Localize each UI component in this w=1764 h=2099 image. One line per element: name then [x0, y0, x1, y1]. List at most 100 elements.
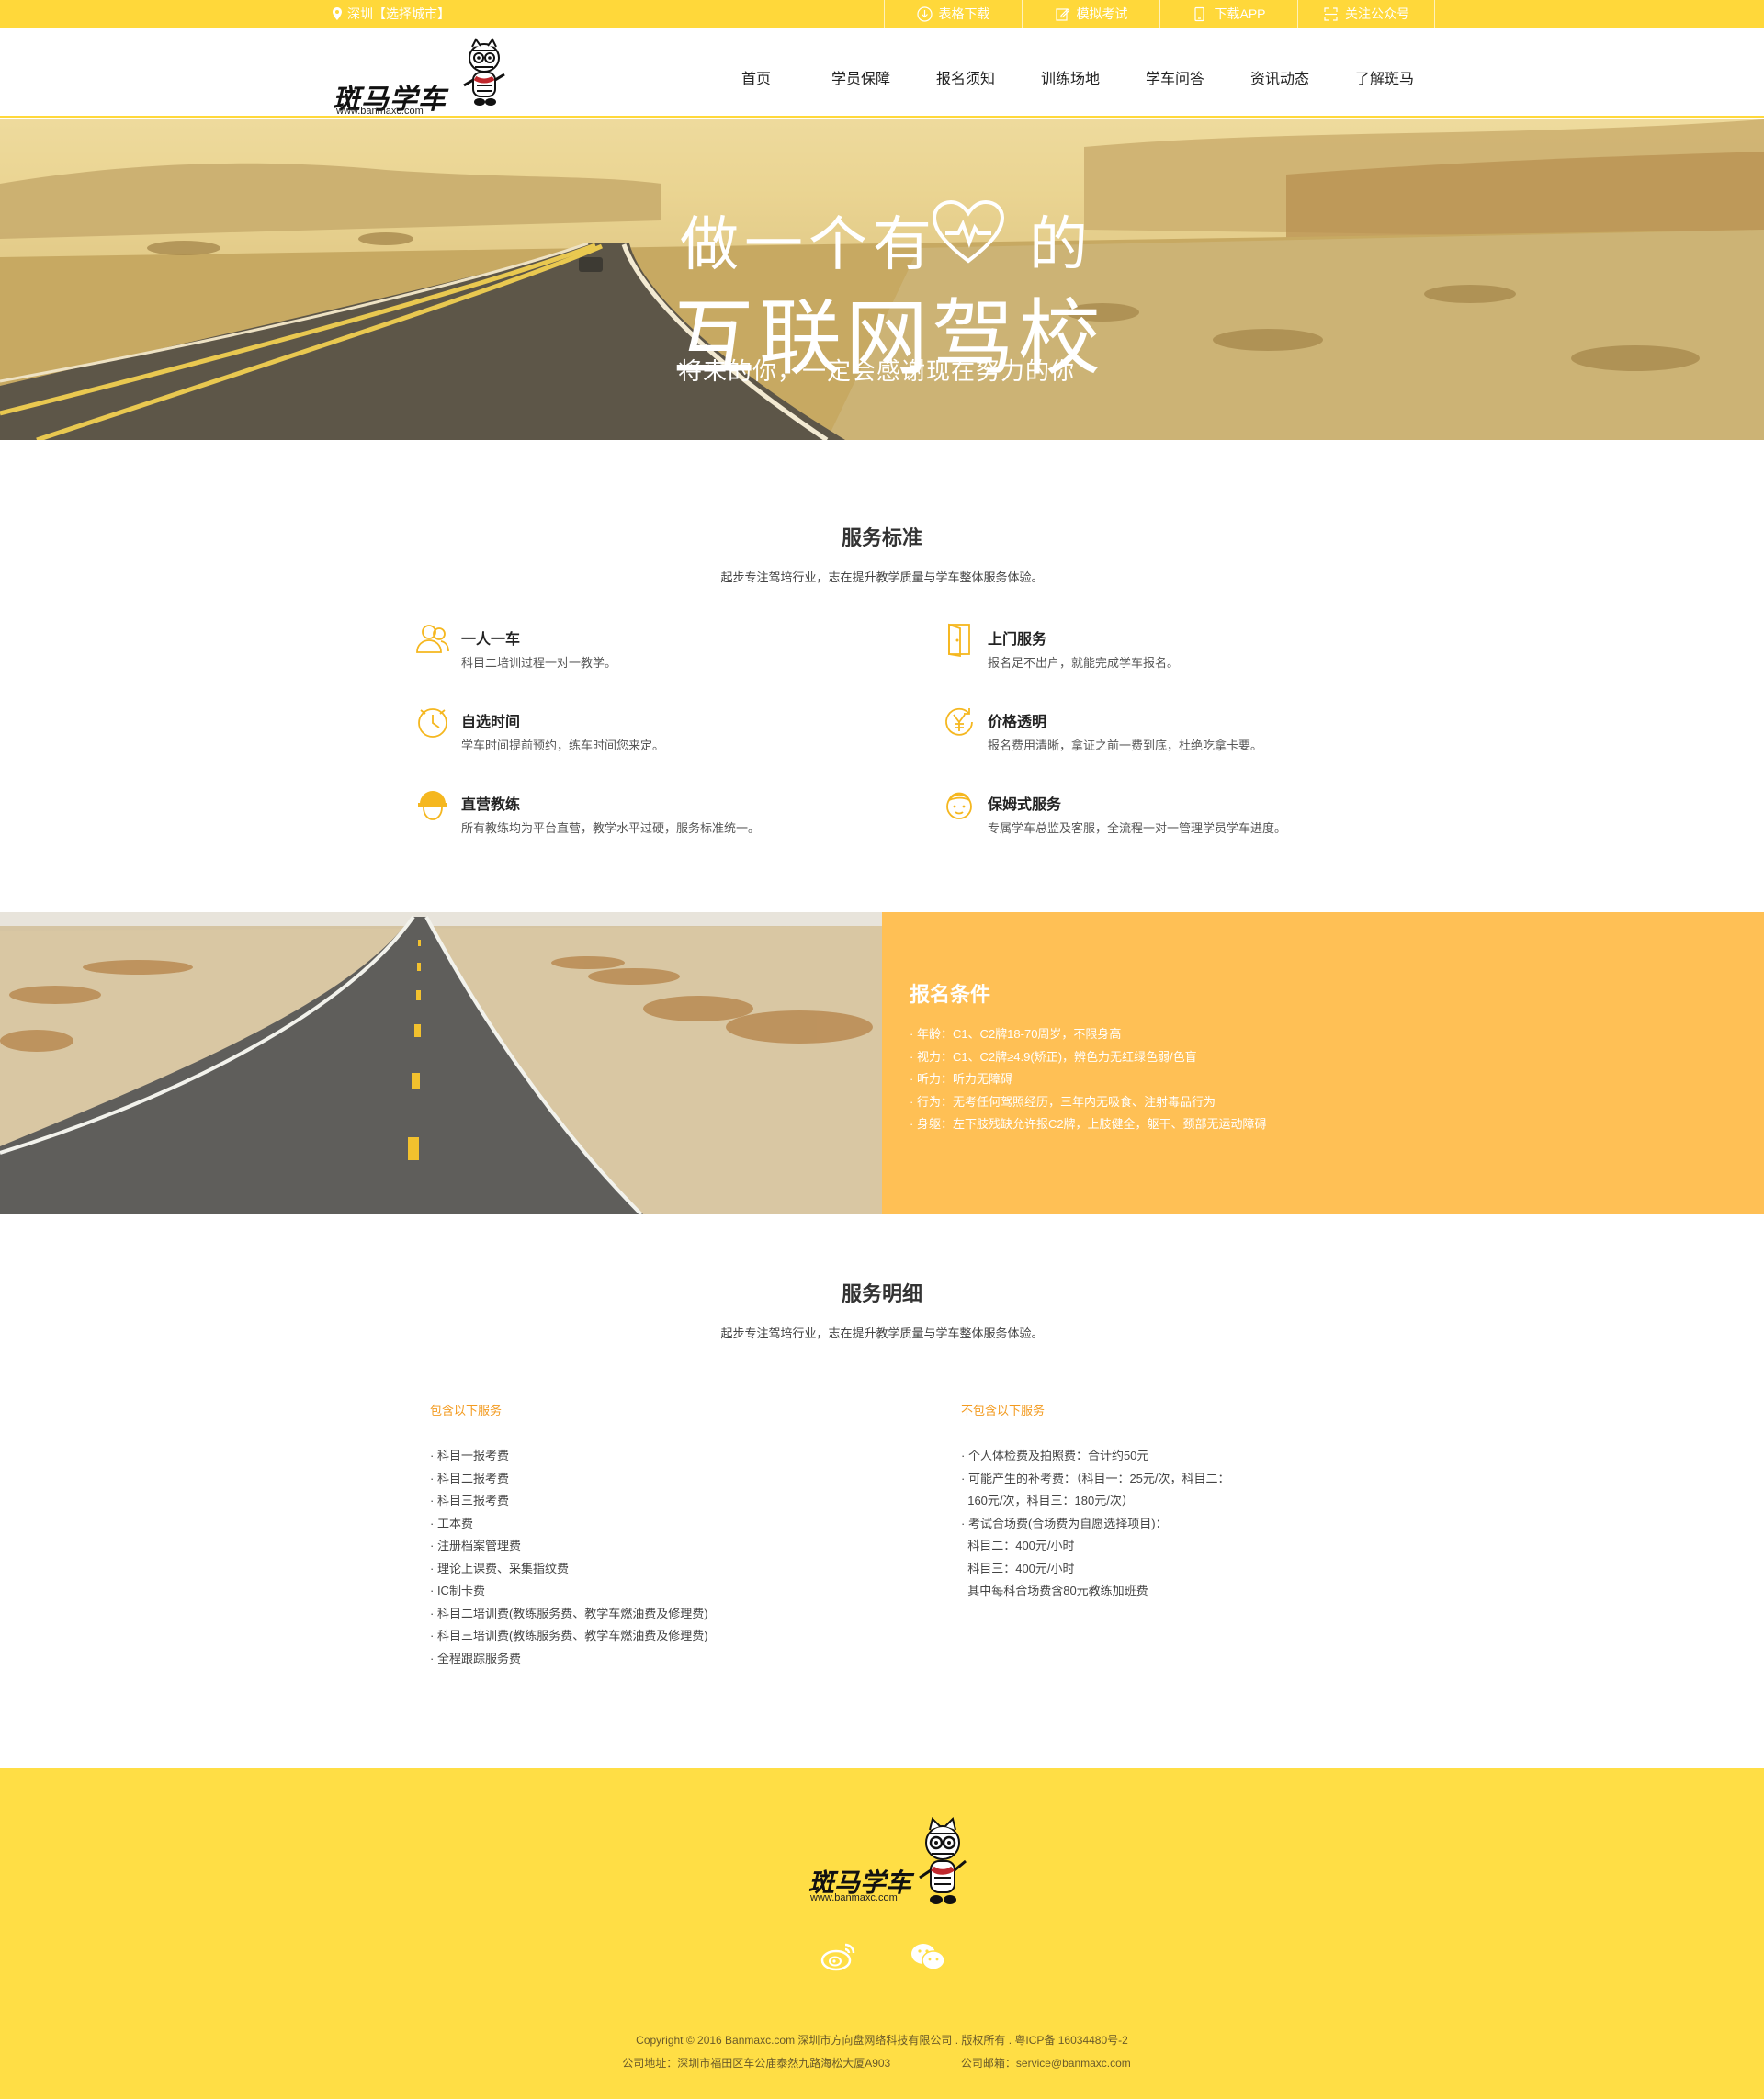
banner-slogan: 将来的你，一定会感谢现在努力的你 [678, 357, 1076, 385]
clock-icon [418, 708, 447, 738]
list-item: · 听力：听力无障碍 [910, 1072, 1012, 1086]
list-item: · 可能产生的补考费：（科目一：25元/次，科目二： [961, 1471, 1230, 1485]
nav-student-protection[interactable]: 学员保障 [808, 28, 913, 116]
users-icon [416, 625, 449, 653]
conditions-title: 报名条件 [910, 983, 991, 1006]
footer-url-text: www.banmaxc.com [810, 1892, 898, 1903]
list-item: · 工本费 [430, 1516, 473, 1530]
feature-nanny-service: 保姆式服务 专属学车总监及客服，全流程一对一管理学员学车进度。 [942, 787, 1401, 842]
footer-copyright: Copyright © 2016 Banmaxc.com 深圳市方向盘网络科技有… [636, 2034, 1128, 2047]
download-app-label: 下载APP [1214, 6, 1266, 21]
mock-exam-link[interactable]: 模拟考试 [1022, 0, 1159, 28]
standards-subtitle: 起步专注驾培行业，志在提升教学质量与学车整体服务体验。 [720, 570, 1044, 584]
list-item: · 身躯：左下肢残缺允许报C2牌，上肢健全，躯干、颈部无运动障碍 [910, 1117, 1267, 1131]
yuan-icon [945, 707, 973, 736]
list-item: · 注册档案管理费 [430, 1539, 521, 1552]
list-item: · IC制卡费 [430, 1584, 485, 1597]
nav-news[interactable]: 资讯动态 [1227, 28, 1332, 116]
included-heading: 包含以下服务 [430, 1404, 503, 1417]
feature-title: 直营教练 [461, 797, 521, 813]
list-item: 其中每科合场费含80元教练加班费 [961, 1584, 1148, 1597]
banner-headline-part1: 做一个有 [680, 211, 937, 277]
footer-email: 公司邮箱：service@banmaxc.com [960, 2057, 1131, 2070]
nav-faq[interactable]: 学车问答 [1123, 28, 1227, 116]
list-item: · 个人体检费及拍照费：合计约50元 [961, 1449, 1149, 1462]
feature-desc: 学车时间提前预约，练车时间您来定。 [461, 739, 665, 752]
feature-door-service: 上门服务 报名足不出户，就能完成学车报名。 [942, 622, 1401, 677]
list-item: 科目二：400元/小时 [961, 1539, 1075, 1552]
nav-registration-notes[interactable]: 报名须知 [913, 28, 1018, 116]
road-photo [0, 912, 882, 1214]
feature-transparent-price: 价格透明 报名费用清晰，拿证之前一费到底，杜绝吃拿卡要。 [942, 705, 1401, 760]
location-pin-icon [333, 7, 342, 20]
feature-title: 价格透明 [988, 715, 1047, 730]
list-item: · 考试合场费(合场费为自愿选择项目)： [961, 1516, 1168, 1530]
phone-icon [1194, 6, 1205, 22]
standards-title: 服务标准 [841, 526, 922, 549]
list-item: · 科目三报考费 [430, 1494, 509, 1507]
follow-account-label: 关注公众号 [1345, 6, 1409, 21]
qr-icon [1324, 7, 1338, 21]
city-selector[interactable]: 深圳【选择城市】 [333, 0, 450, 28]
footer-logo[interactable]: 斑马学车 www.banmaxc.com [807, 1815, 972, 1916]
details-subtitle: 起步专注驾培行业，志在提升教学质量与学车整体服务体验。 [720, 1326, 1044, 1340]
logo-url-text: www.banmaxc.com [336, 106, 424, 117]
feature-desc: 报名足不出户，就能完成学车报名。 [988, 656, 1180, 670]
main-nav: 首页 学员保障 报名须知 训练场地 学车问答 资讯动态 了解斑马 [704, 28, 1437, 116]
heart-pulse-icon [933, 200, 1004, 264]
list-item: · 理论上课费、采集指纹费 [430, 1561, 569, 1575]
feature-desc: 科目二培训过程一对一教学。 [461, 656, 617, 670]
list-item: · 科目二培训费(教练服务费、教学车燃油费及修理费) [430, 1606, 708, 1620]
site-logo[interactable]: 斑马学车 www.banmaxc.com [333, 38, 516, 117]
list-item: · 科目一报考费 [430, 1449, 509, 1462]
feature-flexible-time: 自选时间 学车时间提前预约，练车时间您来定。 [415, 705, 875, 760]
nav-training-grounds[interactable]: 训练场地 [1018, 28, 1123, 116]
site-header: 斑马学车 www.banmaxc.com 首页 学员保障 报名须知 训练场地 学… [0, 28, 1764, 118]
excluded-heading: 不包含以下服务 [961, 1404, 1046, 1417]
download-forms-label: 表格下载 [938, 6, 990, 21]
list-item: · 视力：C1、C2牌≥4.9(矫正)，辨色力无红绿色弱/色盲 [910, 1049, 1197, 1064]
list-item: · 科目三培训费(教练服务费、教学车燃油费及修理费) [430, 1629, 708, 1642]
weibo-icon[interactable] [820, 1941, 857, 1972]
feature-title: 一人一车 [461, 632, 521, 648]
banner-headline-part2: 的 [1029, 211, 1088, 277]
list-item: 160元/次，科目三：180元/次） [961, 1494, 1134, 1507]
feature-desc: 专属学车总监及客服，全流程一对一管理学员学车进度。 [988, 821, 1287, 835]
details-title: 服务明细 [841, 1282, 922, 1305]
list-item: 科目三：400元/小时 [961, 1561, 1075, 1575]
nav-about[interactable]: 了解斑马 [1332, 28, 1437, 116]
top-bar: 深圳【选择城市】 表格下载 模拟考试 下载APP 关注公众号 [0, 0, 1764, 28]
mock-exam-label: 模拟考试 [1076, 6, 1128, 21]
download-forms-link[interactable]: 表格下载 [884, 0, 1022, 28]
zebra-mascot-icon [463, 38, 505, 106]
registration-conditions-panel: 报名条件 · 年龄：C1、C2牌18-70周岁，不限身高 · 视力：C1、C2牌… [882, 912, 1764, 1214]
zebra-mascot-icon [919, 1817, 967, 1904]
feature-title: 上门服务 [988, 632, 1047, 648]
download-icon [916, 6, 933, 22]
conditions-list: · 年龄：C1、C2牌18-70周岁，不限身高 · 视力：C1、C2牌≥4.9(… [910, 1023, 1267, 1136]
nav-home[interactable]: 首页 [704, 28, 808, 116]
follow-account-link[interactable]: 关注公众号 [1297, 0, 1435, 28]
feature-desc: 所有教练均为平台直营，教学水平过硬，服务标准统一。 [461, 821, 761, 835]
wechat-icon[interactable] [910, 1941, 946, 1972]
coach-icon [418, 791, 447, 820]
edit-icon [1055, 8, 1069, 21]
door-icon [948, 623, 970, 657]
feature-direct-coach: 直营教练 所有教练均为平台直营，教学水平过硬，服务标准统一。 [415, 787, 875, 842]
nanny-icon [946, 792, 972, 819]
list-item: · 全程跟踪服务费 [430, 1651, 521, 1665]
list-item: · 行为：无考任何驾照经历，三年内无吸食、注射毒品行为 [910, 1094, 1216, 1109]
included-services: 包含以下服务 · 科目一报考费 · 科目二报考费 · 科目三报考费 · 工本费 … [430, 1401, 779, 1670]
download-app-link[interactable]: 下载APP [1159, 0, 1297, 28]
feature-one-car: 一人一车 科目二培训过程一对一教学。 [415, 622, 875, 677]
hero-banner: 做一个有 的 互联网驾校 将来的你，一定会感谢现在努力的你 [0, 119, 1764, 440]
site-footer: 斑马学车 www.banmaxc.com Copyright © 2016 Ba… [0, 1768, 1764, 2099]
list-item: · 年龄：C1、C2牌18-70周岁，不限身高 [910, 1027, 1122, 1041]
footer-address: 公司地址：深圳市福田区车公庙泰然九路海松大厦A903 [622, 2057, 891, 2070]
footer-contact: 公司地址：深圳市福田区车公庙泰然九路海松大厦A903 公司邮箱：service@… [0, 2055, 1758, 2071]
list-item: · 科目二报考费 [430, 1471, 509, 1485]
city-label: 深圳【选择城市】 [347, 6, 450, 21]
feature-title: 自选时间 [461, 715, 521, 730]
feature-title: 保姆式服务 [988, 797, 1062, 813]
excluded-services: 不包含以下服务 · 个人体检费及拍照费：合计约50元 · 可能产生的补考费：（科… [961, 1401, 1310, 1603]
